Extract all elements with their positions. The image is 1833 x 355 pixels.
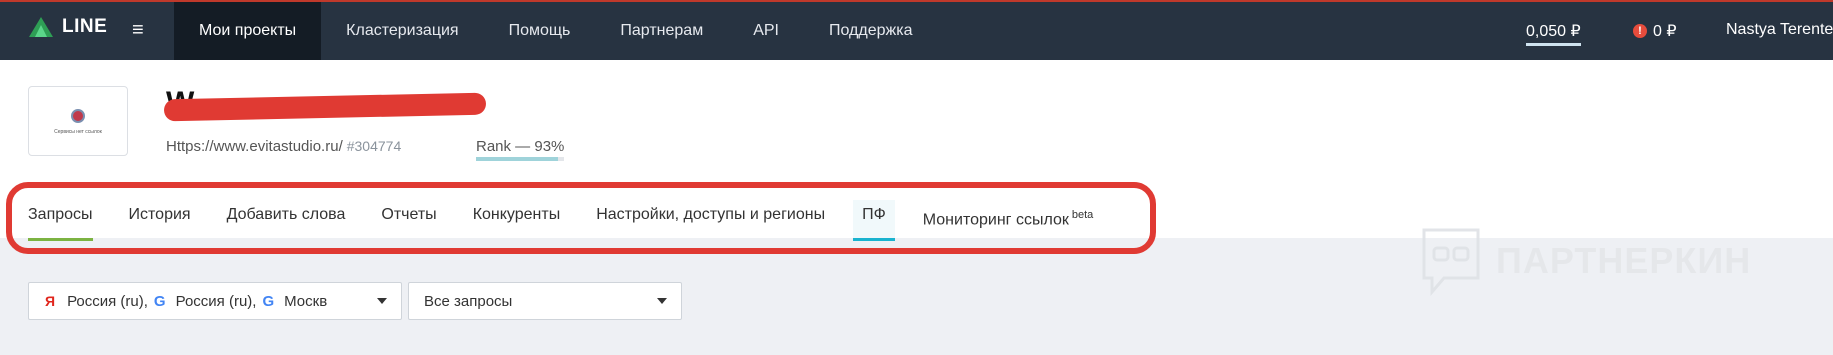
logo-icon bbox=[29, 17, 53, 37]
tab-queries[interactable]: Запросы bbox=[28, 200, 93, 241]
alert-balance[interactable]: ! 0 ₽ bbox=[1633, 21, 1677, 41]
watermark: ПАРТНЕРКИН bbox=[1418, 226, 1751, 296]
redaction-mark bbox=[163, 92, 487, 122]
rank-progress-fill bbox=[476, 157, 558, 161]
nav-item-my-projects[interactable]: Мои проекты bbox=[174, 2, 322, 60]
thumbnail-caption: Сервиcы нет ссылок bbox=[54, 129, 102, 135]
watermark-text: ПАРТНЕРКИН bbox=[1496, 240, 1752, 281]
project-url: Https://www.evitastudio.ru/#304774 bbox=[166, 138, 401, 155]
alert-icon: ! bbox=[1633, 24, 1647, 38]
nav-item-clustering[interactable]: Кластеризация bbox=[321, 2, 483, 60]
queries-dropdown[interactable]: Все запросы bbox=[408, 282, 682, 320]
project-id: #304774 bbox=[346, 138, 402, 154]
nav-item-help[interactable]: Помощь bbox=[484, 2, 596, 60]
project-thumbnail: Сервиcы нет ссылок bbox=[28, 86, 128, 156]
yandex-icon: Я bbox=[45, 293, 56, 309]
region-1: Россия (ru), bbox=[67, 292, 148, 310]
top-navbar: LINE ≡ Мои проекты Кластеризация Помощь … bbox=[0, 0, 1833, 60]
google-icon: G bbox=[262, 292, 275, 310]
user-menu[interactable]: Nastya Terente bbox=[1726, 21, 1833, 39]
tab-competitors[interactable]: Конкуренты bbox=[473, 200, 561, 238]
tab-reports[interactable]: Отчеты bbox=[381, 200, 436, 238]
project-tabs: Запросы История Добавить слова Отчеты Ко… bbox=[28, 200, 1129, 241]
chevron-down-icon bbox=[377, 298, 387, 304]
nav-item-api[interactable]: API bbox=[728, 2, 804, 60]
tab-settings[interactable]: Настройки, доступы и регионы bbox=[596, 200, 825, 238]
regions-dropdown[interactable]: Я Россия (ru), G Россия (ru), G Москв bbox=[28, 282, 402, 320]
project-header: Сервиcы нет ссылок W Https://www.evitast… bbox=[0, 60, 1833, 241]
menu-icon[interactable]: ≡ bbox=[132, 20, 144, 40]
logo[interactable]: LINE bbox=[28, 16, 107, 38]
main-nav: Мои проекты Кластеризация Помощь Партнер… bbox=[174, 2, 937, 60]
google-icon: G bbox=[153, 292, 166, 310]
region-3: Москв bbox=[284, 292, 328, 310]
thumbnail-logo-icon bbox=[71, 109, 85, 123]
project-url-text[interactable]: Https://www.evitastudio.ru/ bbox=[166, 138, 343, 155]
rank-label: Rank — 93% bbox=[476, 138, 565, 155]
tab-pf[interactable]: ПФ bbox=[853, 200, 895, 241]
nav-item-support[interactable]: Поддержка bbox=[804, 2, 937, 60]
region-2: Россия (ru), bbox=[175, 292, 257, 310]
watermark-logo-icon bbox=[1422, 228, 1480, 296]
tab-link-monitoring-label: Мониторинг ссылок bbox=[922, 211, 1069, 229]
tab-history[interactable]: История bbox=[129, 200, 191, 238]
nav-item-partners[interactable]: Партнерам bbox=[595, 2, 728, 60]
logo-text: LINE bbox=[62, 16, 108, 37]
balance-link[interactable]: 0,050 ₽ bbox=[1526, 21, 1581, 46]
tab-link-monitoring[interactable]: Мониторинг ссылок beta bbox=[923, 200, 1094, 238]
rank-progress-bar bbox=[476, 157, 564, 161]
beta-badge: beta bbox=[1071, 209, 1094, 221]
queries-selected: Все запросы bbox=[424, 292, 513, 310]
tab-add-words[interactable]: Добавить слова bbox=[227, 200, 346, 238]
alert-balance-value: 0 ₽ bbox=[1653, 23, 1677, 40]
chevron-down-icon bbox=[657, 298, 667, 304]
